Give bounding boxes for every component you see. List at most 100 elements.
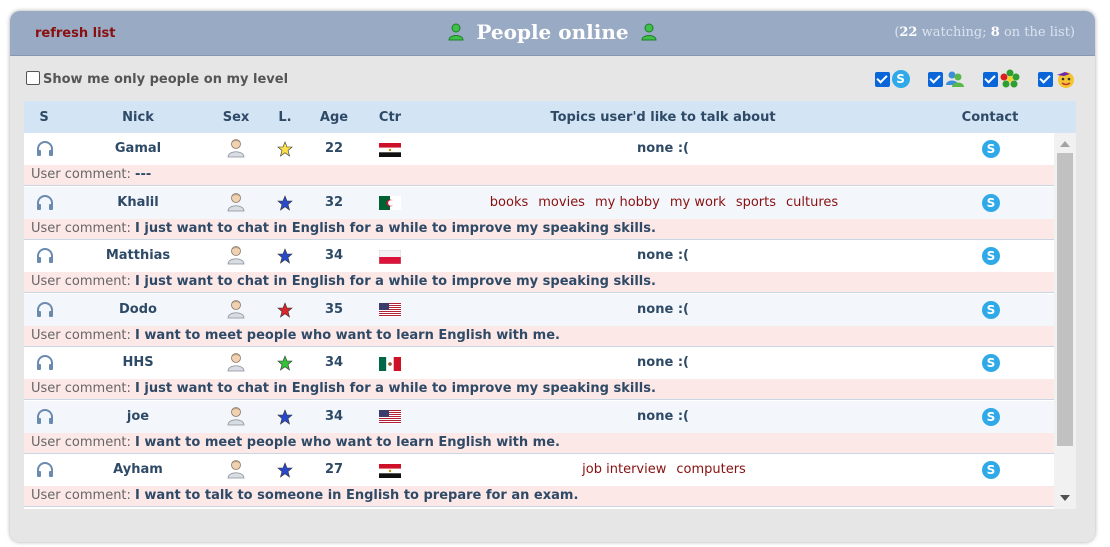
skype-icon: S — [982, 407, 1000, 426]
filter-yahoo[interactable] — [1038, 69, 1075, 89]
scroll-up-arrow[interactable] — [1060, 141, 1070, 147]
nick[interactable]: Ayham — [88, 462, 188, 477]
row-main: Ayham 27 job interview computers S — [24, 454, 1054, 486]
topic-link[interactable]: books — [490, 195, 528, 210]
topic-link[interactable]: cultures — [786, 195, 838, 210]
headphones-icon — [34, 248, 56, 268]
comment-prefix: User comment: — [31, 434, 131, 450]
row-main: joe 34 none :( S — [24, 400, 1054, 433]
filter-skype[interactable]: S — [874, 70, 910, 88]
level-star-icon — [277, 462, 293, 482]
watching-count: 22 — [899, 25, 918, 40]
table-row: Dodo 35 none :( S User comment: I want t… — [24, 293, 1054, 348]
skype-contact-button[interactable]: S — [981, 140, 1001, 158]
skype-contact-button[interactable]: S — [981, 461, 1001, 479]
filter-skype-checkbox[interactable] — [874, 71, 890, 87]
male-user-icon — [226, 245, 246, 269]
topic-link[interactable]: movies — [538, 195, 585, 210]
row-main: HHS 34 none :( S — [24, 347, 1054, 379]
people-online-panel: refresh list People online (22 watching;… — [10, 11, 1095, 542]
col-nick[interactable]: Nick — [88, 110, 188, 125]
no-topics-text: none :( — [637, 248, 689, 263]
level-filter-checkbox[interactable] — [26, 71, 40, 85]
row-main: Dodo 35 none :( S — [24, 293, 1054, 326]
headphones-icon — [34, 408, 56, 429]
topic-link[interactable]: my work — [670, 195, 726, 210]
page-title: People online — [476, 20, 629, 44]
skype-contact-button[interactable]: S — [981, 193, 1001, 212]
list-count: 8 — [990, 25, 1000, 40]
col-sex[interactable]: Sex — [216, 110, 256, 125]
nick[interactable]: Matthias — [88, 248, 188, 263]
male-user-icon — [226, 138, 246, 162]
nick[interactable]: joe — [88, 409, 188, 424]
headphones-icon — [34, 355, 56, 375]
watching-label: watching; — [921, 25, 987, 40]
col-level[interactable]: L. — [272, 110, 298, 125]
skype-icon: S — [891, 70, 910, 88]
topic-link[interactable]: computers — [676, 462, 745, 477]
msn-icon — [945, 71, 964, 87]
col-topics[interactable]: Topics user'd like to talk about — [474, 110, 852, 125]
skype-icon: S — [982, 193, 1000, 212]
col-contact[interactable]: Contact — [944, 110, 1036, 125]
country-flag-icon — [379, 463, 401, 478]
age: 34 — [324, 408, 344, 424]
no-topics-text: none :( — [637, 408, 689, 424]
topic-link[interactable]: job interview — [582, 462, 666, 477]
filter-icq-checkbox[interactable] — [982, 71, 998, 87]
nick[interactable]: Khalil — [88, 195, 188, 210]
col-age[interactable]: Age — [314, 110, 354, 125]
no-topics-text: none :( — [637, 301, 689, 317]
filter-yahoo-checkbox[interactable] — [1038, 71, 1053, 87]
age: 22 — [324, 141, 344, 156]
table-header: S Nick Sex L. Age Ctr Topics user'd like… — [24, 101, 1076, 133]
male-user-icon — [226, 192, 246, 216]
skype-contact-button[interactable]: S — [981, 407, 1001, 426]
skype-icon: S — [982, 461, 1000, 479]
topic-link[interactable]: my hobby — [595, 195, 660, 210]
panel-header: refresh list People online (22 watching;… — [10, 11, 1095, 56]
level-filter[interactable]: Show me only people on my level — [26, 71, 288, 87]
user-comment: User comment: I want to meet people who … — [24, 325, 1054, 347]
level-star-icon — [277, 355, 293, 375]
country-flag-icon — [379, 196, 401, 211]
no-topics-text: none :( — [637, 141, 689, 156]
skype-contact-button[interactable]: S — [981, 247, 1001, 265]
user-comment: User comment: I want to talk to someone … — [24, 486, 1054, 507]
male-user-icon — [226, 459, 246, 483]
country-flag-icon — [379, 249, 401, 264]
skype-contact-button[interactable]: S — [981, 354, 1001, 372]
table-body: Gamal 22 none :( S User comment: --- Kha… — [24, 133, 1054, 509]
comment-text: I just want to chat in English for a whi… — [135, 381, 656, 396]
user-comment: User comment: I just want to chat in Eng… — [24, 218, 1054, 240]
nick[interactable]: HHS — [88, 355, 188, 370]
nick[interactable]: Dodo — [88, 302, 188, 317]
table-row: Ayham 27 job interview computers S User c… — [24, 454, 1054, 508]
filter-msn-checkbox[interactable] — [927, 71, 943, 87]
level-star-icon — [277, 194, 293, 215]
table-row: HHS 34 none :( S User comment: I just wa… — [24, 347, 1054, 401]
topic-link[interactable]: sports — [736, 195, 776, 210]
comment-prefix: User comment: — [31, 488, 131, 503]
male-user-icon — [226, 352, 246, 376]
comment-text: I want to meet people who want to learn … — [135, 434, 560, 450]
skype-contact-button[interactable]: S — [981, 300, 1001, 319]
filter-icq[interactable] — [982, 69, 1020, 89]
male-user-icon — [226, 299, 246, 323]
scroll-down-arrow[interactable] — [1060, 495, 1070, 501]
topics-list: books movies my hobby my work sports cultures — [444, 195, 884, 210]
table-scrollbar[interactable] — [1054, 133, 1076, 509]
col-country[interactable]: Ctr — [372, 110, 408, 125]
col-status[interactable]: S — [24, 110, 64, 125]
scroll-thumb[interactable] — [1057, 153, 1073, 446]
skype-icon: S — [982, 140, 1000, 158]
male-user-icon — [226, 406, 246, 430]
filter-msn[interactable] — [927, 69, 965, 89]
comment-prefix: User comment: — [31, 327, 131, 343]
skype-icon: S — [982, 300, 1000, 319]
messenger-filters: S — [861, 69, 1075, 89]
nick[interactable]: Gamal — [88, 141, 188, 156]
people-table: S Nick Sex L. Age Ctr Topics user'd like… — [24, 101, 1076, 509]
country-flag-icon — [379, 142, 401, 157]
